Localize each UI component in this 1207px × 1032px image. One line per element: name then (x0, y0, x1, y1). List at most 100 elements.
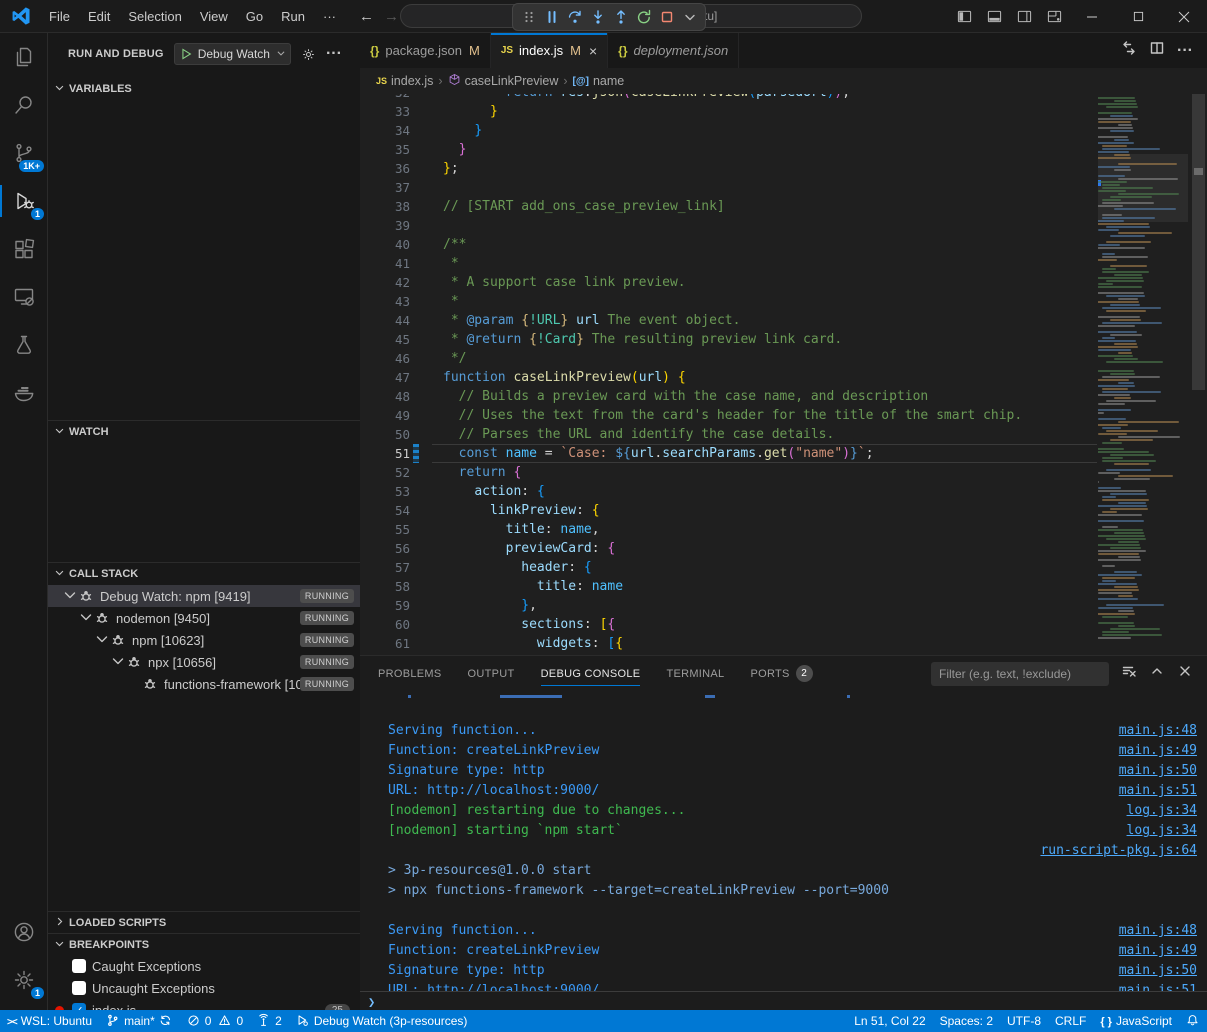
code-line-45[interactable]: 45 * @return {!Card} The resulting previ… (360, 330, 1207, 349)
breakpoints-section-header[interactable]: BREAKPOINTS (48, 933, 360, 955)
activity-search-icon[interactable] (0, 81, 48, 129)
code-line-57[interactable]: 57 header: { (360, 558, 1207, 577)
code-line-54[interactable]: 54 linkPreview: { (360, 501, 1207, 520)
editor-scrollbar[interactable] (1190, 94, 1207, 655)
breadcrumb[interactable]: JSindex.js›caseLinkPreview›[@]name (360, 68, 1207, 94)
code-line-38[interactable]: 38// [START add_ons_case_preview_link] (360, 197, 1207, 216)
close-window-button[interactable] (1161, 0, 1207, 33)
compare-changes-icon[interactable] (1121, 40, 1137, 61)
debug-console-input[interactable]: ❯ (360, 991, 1207, 1011)
stop-icon[interactable] (655, 5, 678, 29)
code-line-43[interactable]: 43 * (360, 292, 1207, 311)
line-number[interactable]: 60 (360, 615, 410, 634)
code-line-48[interactable]: 48 // Builds a preview card with the cas… (360, 387, 1207, 406)
code-line-44[interactable]: 44 * @param {!URL} url The event object. (360, 311, 1207, 330)
debug-console-output[interactable]: Serving function...main.js:48Function: c… (360, 691, 1207, 991)
console-source-link[interactable]: log.js:34 (1127, 821, 1207, 841)
code-line-51[interactable]: 51 const name = `Case: ${url.searchParam… (360, 444, 1207, 463)
console-source-link[interactable]: main.js:48 (1119, 721, 1207, 741)
console-filter-input[interactable]: Filter (e.g. text, !exclude) (931, 662, 1109, 686)
status-broadcast-2[interactable]: 2 (250, 1010, 289, 1032)
status-debug-play-debug-watch-3p-resou[interactable]: Debug Watch (3p-resources) (289, 1010, 475, 1032)
breakpoint-checkbox[interactable] (72, 959, 86, 973)
activity-settings-gear-icon[interactable]: 1 (0, 956, 48, 1004)
code-editor[interactable]: 32 return res.json(caseLinkPreview(parse… (360, 94, 1207, 655)
console-source-link[interactable]: log.js:34 (1127, 801, 1207, 821)
editor-tab-package.json[interactable]: {}package.jsonM (360, 33, 491, 68)
code-line-53[interactable]: 53 action: { (360, 482, 1207, 501)
menu-go[interactable]: Go (237, 0, 272, 33)
chevron-down-icon[interactable] (678, 5, 701, 29)
line-number[interactable]: 56 (360, 539, 410, 558)
line-number[interactable]: 36 (360, 159, 410, 178)
line-number[interactable]: 54 (360, 501, 410, 520)
restart-icon[interactable] (632, 5, 655, 29)
step-out-icon[interactable] (609, 5, 632, 29)
call-stack-session[interactable]: nodemon [9450]RUNNING (48, 607, 360, 629)
loaded-scripts-section-header[interactable]: LOADED SCRIPTS (48, 911, 360, 933)
call-stack-session[interactable]: functions-framework [106...RUNNING (48, 673, 360, 695)
status-braces-javascript[interactable]: { }JavaScript (1093, 1010, 1179, 1032)
chevron-down-icon[interactable] (78, 609, 94, 628)
activity-testing-icon[interactable] (0, 321, 48, 369)
toggle-secondary-sidebar-icon[interactable] (1009, 0, 1039, 33)
editor-tab-index.js[interactable]: JSindex.jsM× (491, 33, 608, 68)
line-number[interactable]: 44 (360, 311, 410, 330)
line-number[interactable]: 43 (360, 292, 410, 311)
debug-settings-gear-icon[interactable] (301, 47, 316, 62)
console-source-link[interactable]: main.js:48 (1119, 921, 1207, 941)
call-stack-session[interactable]: npm [10623]RUNNING (48, 629, 360, 651)
call-stack-session[interactable]: Debug Watch: npm [9419]RUNNING (48, 585, 360, 607)
code-line-34[interactable]: 34 } (360, 121, 1207, 140)
line-number[interactable]: 34 (360, 121, 410, 140)
menu-file[interactable]: File (40, 0, 79, 33)
activity-account-icon[interactable] (0, 908, 48, 956)
maximize-panel-icon[interactable] (1149, 663, 1165, 684)
views-more-icon[interactable]: ··· (326, 45, 342, 63)
pause-icon[interactable] (540, 5, 563, 29)
breakpoint-checkbox[interactable]: ✓ (72, 1003, 86, 1010)
code-line-42[interactable]: 42 * A support case link preview. (360, 273, 1207, 292)
editor-tab-deployment.json[interactable]: {}deployment.json (608, 33, 739, 68)
line-number[interactable]: 61 (360, 634, 410, 653)
code-line-47[interactable]: 47function caseLinkPreview(url) { (360, 368, 1207, 387)
code-line-37[interactable]: 37 (360, 178, 1207, 197)
activity-extensions-icon[interactable] (0, 225, 48, 273)
status-item-spaces-2[interactable]: Spaces: 2 (933, 1010, 1000, 1032)
step-over-icon[interactable] (563, 5, 586, 29)
line-number[interactable]: 51 (360, 444, 410, 463)
code-line-59[interactable]: 59 }, (360, 596, 1207, 615)
line-number[interactable]: 35 (360, 140, 410, 159)
line-number[interactable]: 33 (360, 102, 410, 121)
code-line-50[interactable]: 50 // Parses the URL and identify the ca… (360, 425, 1207, 444)
code-line-39[interactable]: 39 (360, 216, 1207, 235)
forward-icon[interactable]: → (384, 8, 399, 25)
close-tab-icon[interactable]: × (589, 43, 597, 59)
status-item-utf-8[interactable]: UTF-8 (1000, 1010, 1048, 1032)
line-number[interactable]: 38 (360, 197, 410, 216)
code-line-49[interactable]: 49 // Uses the text from the card's head… (360, 406, 1207, 425)
panel-tab-debug-console[interactable]: DEBUG CONSOLE (541, 656, 641, 691)
chevron-down-icon[interactable] (94, 631, 110, 650)
minimap[interactable] (1098, 94, 1188, 655)
line-number[interactable]: 42 (360, 273, 410, 292)
breakpoint-checkbox[interactable] (72, 981, 86, 995)
code-line-56[interactable]: 56 previewCard: { (360, 539, 1207, 558)
close-panel-icon[interactable] (1177, 663, 1193, 684)
line-number[interactable]: 32 (360, 94, 410, 102)
line-number[interactable]: 50 (360, 425, 410, 444)
line-number[interactable]: 37 (360, 178, 410, 197)
menu-selection[interactable]: Selection (119, 0, 190, 33)
menu-run[interactable]: Run (272, 0, 314, 33)
line-number[interactable]: 47 (360, 368, 410, 387)
activity-remote-explorer-icon[interactable] (0, 273, 48, 321)
console-source-link[interactable]: main.js:49 (1119, 941, 1207, 961)
console-source-link[interactable]: main.js:51 (1119, 981, 1207, 991)
editor-more-actions-icon[interactable]: ··· (1177, 42, 1193, 60)
status-remote-wsl-ubuntu[interactable]: ><WSL: Ubuntu (0, 1010, 99, 1032)
breadcrumb-item[interactable]: JSindex.js (376, 74, 433, 88)
line-number[interactable]: 46 (360, 349, 410, 368)
activity-explorer-icon[interactable] (0, 33, 48, 81)
back-icon[interactable]: ← (359, 8, 374, 25)
code-line-36[interactable]: 36}; (360, 159, 1207, 178)
